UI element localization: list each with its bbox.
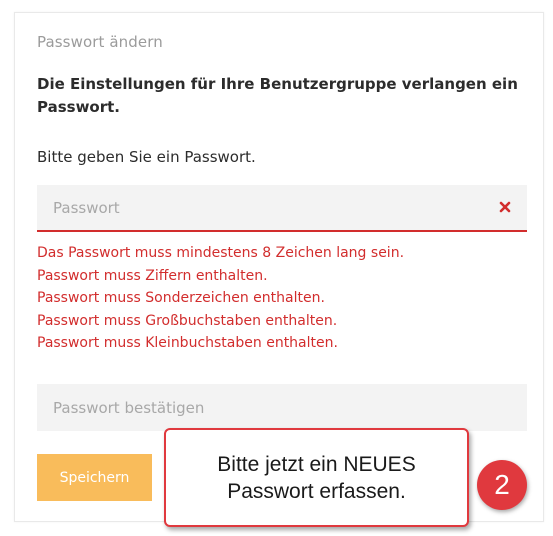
error-message: Das Passwort muss mindestens 8 Zeichen l… [37,245,405,261]
confirm-password-field [37,384,527,431]
dialog-title: Passwort ändern [37,33,163,51]
error-message: Passwort muss Ziffern enthalten. [37,267,268,284]
error-message: Passwort muss Großbuchstaben enthalten. [37,312,338,329]
error-message: Passwort muss Kleinbuchstaben enthalten. [37,335,338,351]
instruction-callout: Bitte jetzt ein NEUES Passwort erfassen. [164,428,469,527]
close-icon[interactable] [497,199,513,215]
confirm-password-input[interactable] [37,384,527,431]
callout-text: Bitte jetzt ein NEUES Passwort erfassen. [217,452,416,503]
step-number-badge: 2 [477,460,527,510]
password-input[interactable] [37,185,527,230]
password-field [37,185,527,232]
page: Passwort ändern Die Einstellungen für Ih… [0,0,553,536]
error-message: Passwort muss Sonderzeichen enthalten. [37,290,325,306]
validation-errors: Das Passwort muss mindestens 8 Zeichen l… [37,242,527,355]
group-policy-notice: Die Einstellungen für Ihre Benutzergrupp… [37,75,518,116]
password-instruction: Bitte geben Sie ein Passwort. [37,148,256,166]
save-button[interactable]: Speichern [37,454,152,501]
